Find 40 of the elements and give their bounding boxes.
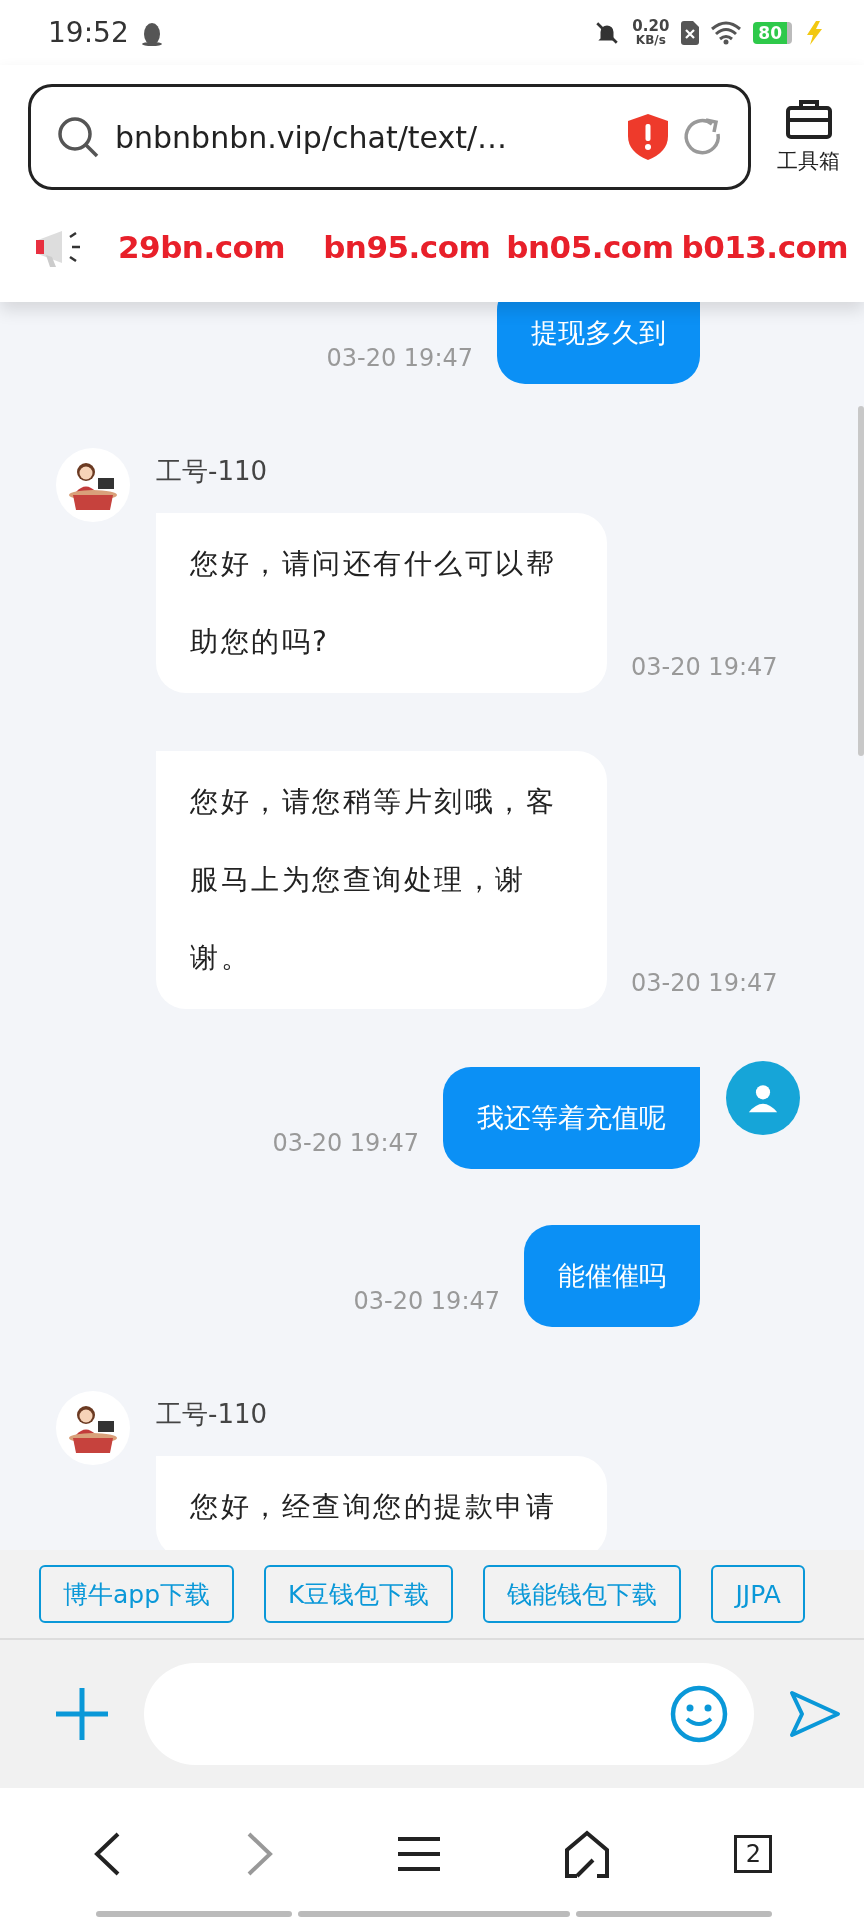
received-message: 您好，请您稍等片刻哦，客服马上为您查询处理，谢谢。 bbox=[156, 751, 607, 1009]
agent-name: 工号-110 bbox=[156, 455, 268, 488]
toolbox-label: 工具箱 bbox=[777, 148, 840, 175]
toolbox-icon[interactable] bbox=[785, 99, 832, 139]
emoji-icon[interactable] bbox=[670, 1685, 728, 1743]
message-time: 03-20 19:47 bbox=[326, 344, 473, 372]
message-time: 03-20 19:47 bbox=[631, 653, 778, 681]
sent-message: 我还等着充值呢 bbox=[443, 1067, 700, 1169]
ticker-link[interactable]: 29bn.com bbox=[118, 229, 286, 265]
network-unit: KB/s bbox=[635, 34, 666, 46]
shield-warning-icon bbox=[628, 114, 668, 160]
quick-link-button[interactable]: 钱能钱包下载 bbox=[483, 1565, 682, 1623]
sim-disabled-icon bbox=[681, 20, 700, 45]
sent-message: 提现多久到 bbox=[497, 302, 700, 384]
quick-link-button[interactable]: JJPA bbox=[711, 1565, 805, 1623]
sent-message: 能催催吗 bbox=[524, 1225, 700, 1327]
url-text: bnbnbnbn.vip/chat/text/… bbox=[115, 119, 509, 155]
scrollbar[interactable] bbox=[858, 406, 864, 756]
quick-link-button[interactable]: K豆钱包下载 bbox=[264, 1565, 454, 1623]
quick-link-button[interactable]: 博牛app下载 bbox=[39, 1565, 235, 1623]
battery-level: 80 bbox=[753, 21, 792, 44]
ticker-link[interactable]: bn05.com bbox=[506, 229, 674, 265]
message-time: 03-20 19:47 bbox=[631, 969, 778, 997]
message-time: 03-20 19:47 bbox=[272, 1129, 419, 1157]
wifi-icon bbox=[711, 20, 742, 45]
home-icon[interactable] bbox=[563, 1830, 612, 1878]
agent-name: 工号-110 bbox=[156, 1398, 268, 1431]
menu-icon[interactable] bbox=[397, 1836, 440, 1872]
address-bar[interactable]: bnbnbnbn.vip/chat/text/… bbox=[28, 84, 751, 190]
received-message: 您好，经查询您的提款申请 bbox=[156, 1456, 607, 1550]
send-icon[interactable] bbox=[788, 1689, 842, 1739]
received-message: 您好，请问还有什么可以帮助您的吗? bbox=[156, 513, 607, 693]
message-time: 03-20 19:47 bbox=[353, 1287, 500, 1315]
ticker-link[interactable]: bn95.com bbox=[323, 229, 491, 265]
ticker-link[interactable]: b013.com bbox=[681, 229, 849, 265]
network-speed: 0.20 bbox=[632, 19, 670, 34]
search-icon bbox=[55, 114, 101, 160]
plus-icon[interactable] bbox=[54, 1686, 110, 1742]
clock: 19:52 bbox=[48, 16, 129, 49]
tabs-button[interactable]: 2 bbox=[734, 1835, 773, 1873]
